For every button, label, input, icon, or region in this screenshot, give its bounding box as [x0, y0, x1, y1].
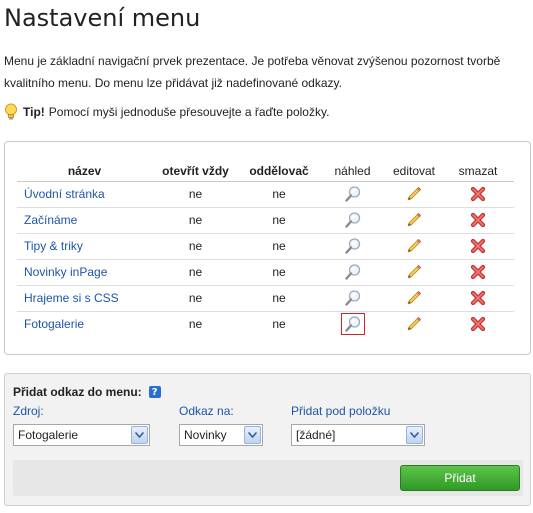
row-separator[interactable]: ne [239, 233, 319, 260]
row-separator[interactable]: ne [239, 311, 319, 337]
help-icon[interactable]: ? [148, 386, 161, 398]
row-name-cell: Novinky inPage [17, 259, 152, 286]
row-edit-cell [386, 181, 442, 208]
tip-label: Tip! [23, 105, 45, 119]
row-edit-cell [386, 233, 442, 260]
row-edit-cell [386, 207, 442, 234]
row-delete-cell [442, 285, 514, 312]
row-delete-cell [442, 207, 514, 234]
table-row[interactable]: Fotogalerie ne ne [17, 311, 514, 337]
table-row[interactable]: Novinky inPage ne ne [17, 259, 514, 286]
row-edit-cell [386, 311, 442, 337]
source-select[interactable]: Fotogalerie [13, 424, 150, 446]
link-target-select[interactable]: Novinky [179, 424, 263, 446]
menu-item-link[interactable]: Začínáme [24, 213, 77, 227]
row-preview-cell [319, 181, 386, 208]
header-open-always: otevřít vždy [152, 162, 239, 182]
row-open-always[interactable]: ne [152, 207, 239, 234]
row-open-always[interactable]: ne [152, 311, 239, 337]
magnifier-icon[interactable] [341, 183, 365, 205]
menu-items-panel: název otevřít vždy oddělovač náhled edit… [4, 141, 531, 355]
magnifier-icon[interactable] [340, 313, 365, 336]
chevron-down-icon[interactable] [244, 426, 261, 444]
row-delete-cell [442, 311, 514, 337]
tip-text: Pomocí myši jednoduše přesouvejte a řaďt… [48, 105, 330, 119]
chevron-down-icon[interactable] [406, 426, 423, 444]
row-name-cell: Úvodní stránka [17, 181, 152, 208]
source-label: Zdroj: [13, 404, 44, 418]
table-row[interactable]: Začínáme ne ne [17, 207, 514, 234]
row-preview-cell [319, 285, 386, 312]
delete-icon[interactable] [466, 235, 490, 257]
magnifier-icon[interactable] [341, 209, 365, 231]
row-preview-cell [319, 259, 386, 286]
table-row[interactable]: Tipy & triky ne ne [17, 233, 514, 260]
table-row[interactable]: Hrajeme si s CSS ne ne [17, 285, 514, 312]
pencil-icon[interactable] [402, 287, 426, 309]
source-select-value: Fotogalerie [18, 428, 79, 442]
row-open-always[interactable]: ne [152, 181, 239, 208]
parent-item-select[interactable]: [žádné] [291, 424, 425, 446]
row-edit-cell [386, 259, 442, 286]
add-button[interactable]: Přidat [400, 465, 520, 491]
pencil-icon[interactable] [402, 209, 426, 231]
row-separator[interactable]: ne [239, 259, 319, 286]
header-delete: smazat [442, 162, 514, 182]
page-title: Nastavení menu [4, 4, 201, 32]
form-action-bar: Přidat [13, 460, 523, 496]
row-open-always[interactable]: ne [152, 259, 239, 286]
delete-icon[interactable] [466, 261, 490, 283]
menu-item-link[interactable]: Tipy & triky [24, 239, 83, 253]
row-name-cell: Fotogalerie [17, 311, 152, 337]
delete-icon[interactable] [466, 313, 490, 335]
tip: Tip! Pomocí myši jednoduše přesouvejte a… [4, 103, 329, 121]
header-name: název [17, 162, 152, 182]
pencil-icon[interactable] [402, 235, 426, 257]
row-delete-cell [442, 259, 514, 286]
menu-item-link[interactable]: Hrajeme si s CSS [24, 291, 119, 305]
delete-icon[interactable] [466, 183, 490, 205]
row-separator[interactable]: ne [239, 207, 319, 234]
magnifier-icon[interactable] [341, 261, 365, 283]
magnifier-icon[interactable] [341, 287, 365, 309]
intro-text: Menu je základní navigační prvek prezent… [4, 54, 501, 90]
add-link-title-text: Přidat odkaz do menu: [13, 385, 142, 399]
row-delete-cell [442, 233, 514, 260]
pencil-icon[interactable] [402, 313, 426, 335]
parent-item-label: Přidat pod položku [291, 404, 391, 418]
add-link-title: Přidat odkaz do menu: ? [13, 385, 161, 399]
pencil-icon[interactable] [402, 183, 426, 205]
row-open-always[interactable]: ne [152, 233, 239, 260]
parent-item-select-value: [žádné] [296, 428, 336, 442]
header-preview: náhled [319, 162, 386, 182]
add-link-panel: Přidat odkaz do menu: ? Zdroj: Odkaz na:… [4, 373, 531, 506]
table-row[interactable]: Úvodní stránka ne ne [17, 181, 514, 208]
row-open-always[interactable]: ne [152, 285, 239, 312]
row-name-cell: Tipy & triky [17, 233, 152, 260]
row-name-cell: Začínáme [17, 207, 152, 234]
link-target-select-value: Novinky [184, 428, 227, 442]
menu-item-link[interactable]: Úvodní stránka [24, 187, 105, 201]
row-preview-cell [319, 207, 386, 234]
row-name-cell: Hrajeme si s CSS [17, 285, 152, 312]
menu-item-link[interactable]: Fotogalerie [24, 317, 84, 331]
header-separator: oddělovač [239, 162, 319, 182]
row-separator[interactable]: ne [239, 181, 319, 208]
pencil-icon[interactable] [402, 261, 426, 283]
row-edit-cell [386, 285, 442, 312]
row-delete-cell [442, 181, 514, 208]
lightbulb-icon [5, 103, 17, 120]
menu-item-link[interactable]: Novinky inPage [24, 265, 107, 279]
magnifier-icon[interactable] [341, 235, 365, 257]
row-separator[interactable]: ne [239, 285, 319, 312]
header-edit: editovat [386, 162, 442, 182]
table-header-row: název otevřít vždy oddělovač náhled edit… [17, 162, 514, 182]
link-target-label: Odkaz na: [179, 404, 234, 418]
delete-icon[interactable] [466, 209, 490, 231]
menu-items-table: název otevřít vždy oddělovač náhled edit… [17, 162, 514, 337]
row-preview-cell [319, 311, 386, 337]
chevron-down-icon[interactable] [131, 426, 148, 444]
row-preview-cell [319, 233, 386, 260]
delete-icon[interactable] [466, 287, 490, 309]
